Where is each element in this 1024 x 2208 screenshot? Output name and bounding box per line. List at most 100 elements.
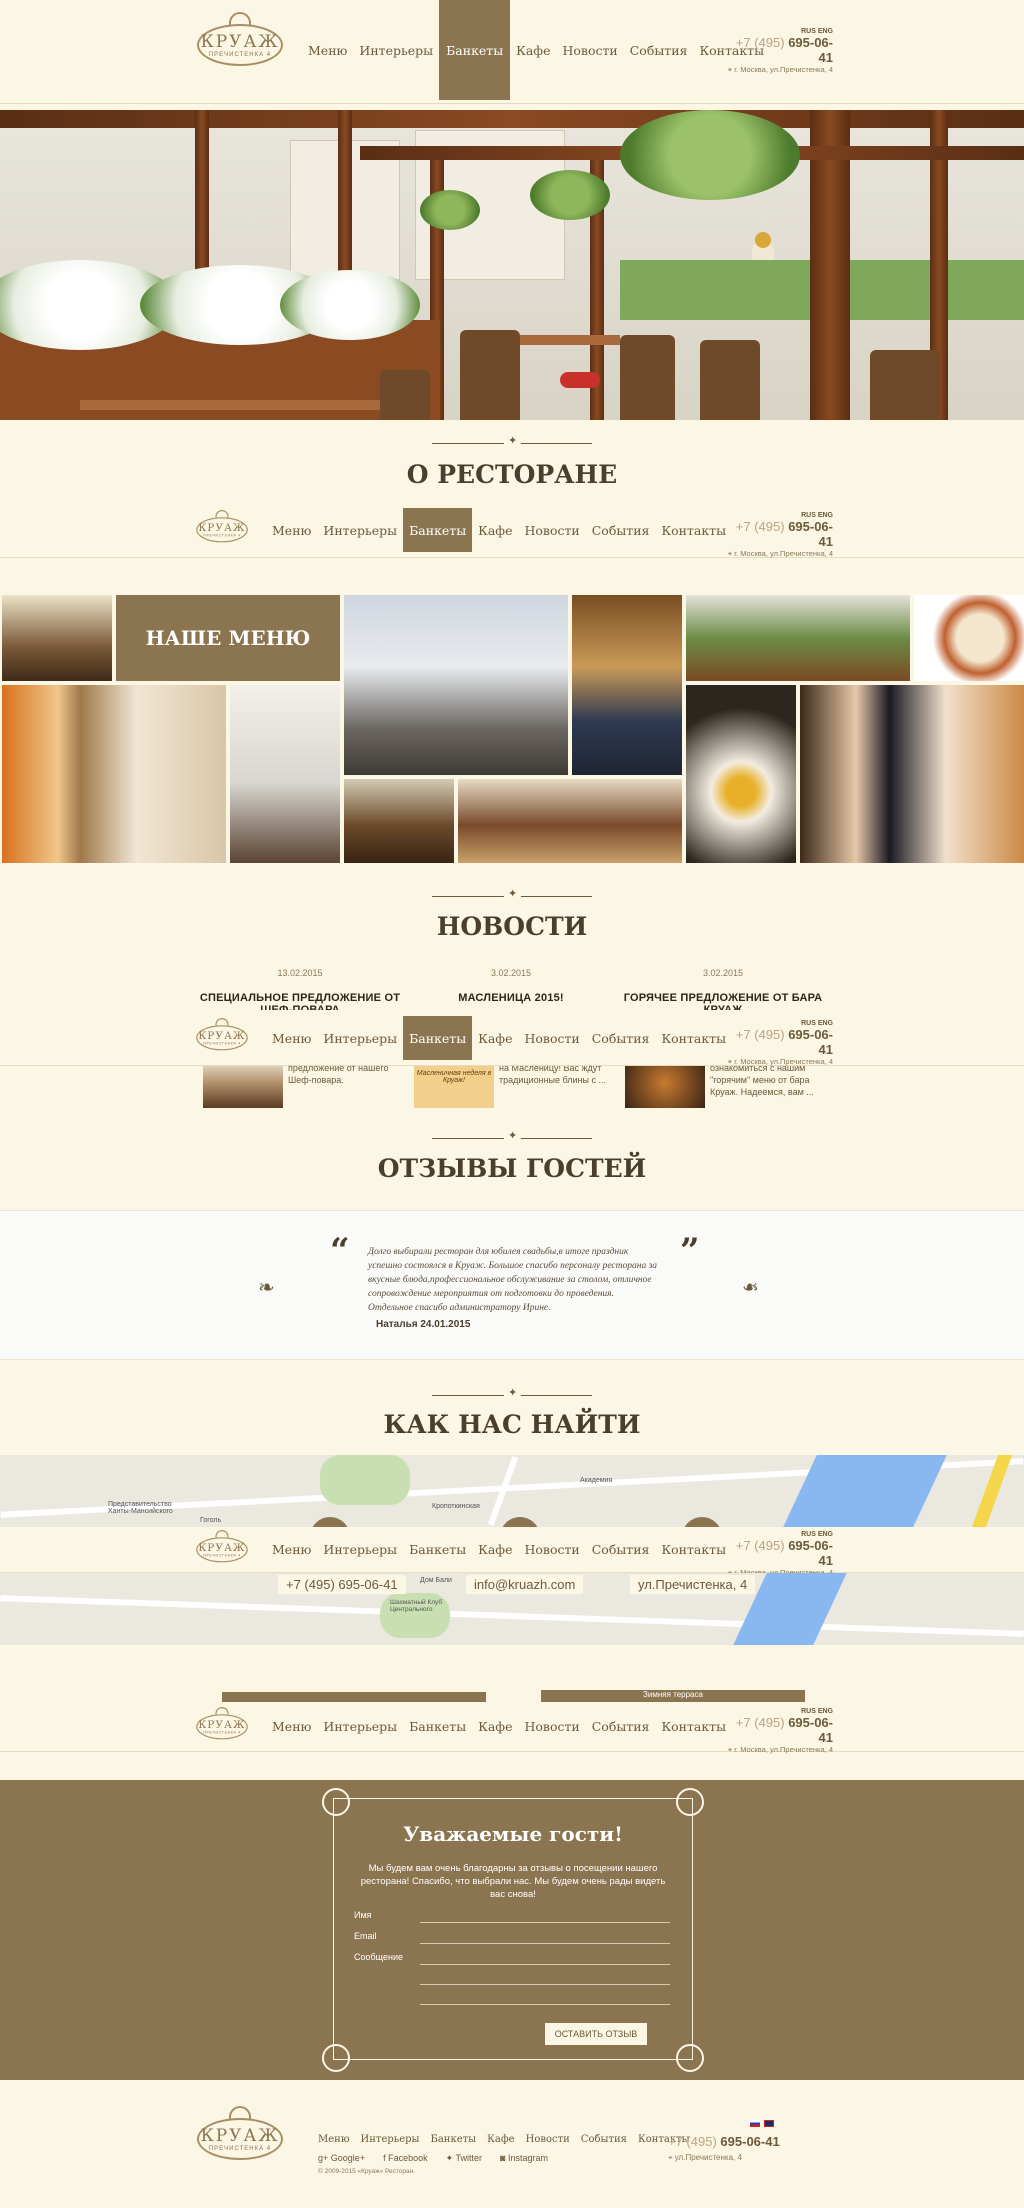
nav-item-cafe[interactable]: Кафе [472, 1016, 518, 1060]
gallery-photo[interactable] [686, 595, 910, 681]
language-switch[interactable]: RUS ENG [725, 1531, 833, 1538]
footer-nav-interiors[interactable]: Интерьеры [361, 2134, 420, 2145]
language-switch[interactable]: RUS ENG [725, 512, 833, 519]
nav-item-menu[interactable]: Меню [266, 508, 317, 552]
nav-item-banquets[interactable]: Банкеты [439, 0, 511, 100]
nav-item-interiors[interactable]: Интерьеры [317, 508, 403, 552]
news-item[interactable]: 3.02.2015 ГОРЯЧЕЕ ПРЕДЛОЖЕНИЕ ОТ БАРА КР… [613, 968, 833, 1016]
message-field-line[interactable] [420, 2004, 670, 2005]
nav-item-events[interactable]: События [586, 508, 656, 552]
sticky-logo[interactable]: КРУАЖ ПРЕЧИСТЕНКА 4 [195, 1530, 249, 1563]
nav-item-news[interactable]: Новости [518, 1016, 585, 1060]
news-item[interactable]: 13.02.2015 СПЕЦИАЛЬНОЕ ПРЕДЛОЖЕНИЕ ОТ ШЕ… [190, 968, 410, 1016]
nav-item-interiors[interactable]: Интерьеры [317, 1016, 403, 1060]
gallery-photo[interactable] [458, 779, 682, 863]
footer-nav-menu[interactable]: Меню [318, 2134, 350, 2145]
gallery-photo[interactable] [344, 595, 568, 775]
message-field-line[interactable] [420, 1984, 670, 1985]
nav-item-interiors[interactable]: Интерьеры [353, 0, 439, 100]
footer-nav-cafe[interactable]: Кафе [487, 2134, 514, 2145]
gallery-photo[interactable] [800, 685, 1024, 863]
nav-item-news[interactable]: Новости [556, 0, 623, 100]
nav-item-menu[interactable]: Меню [302, 0, 353, 100]
nav-item-banquets[interactable]: Банкеты [403, 1016, 473, 1060]
email-field[interactable] [420, 1943, 670, 1944]
submit-review-button[interactable]: ОСТАВИТЬ ОТЗЫВ [545, 2023, 647, 2045]
nav-item-banquets[interactable]: Банкеты [403, 508, 473, 552]
nav-item-menu[interactable]: Меню [266, 1706, 317, 1746]
nav-item-banquets[interactable]: Банкеты [403, 1531, 472, 1567]
nav-item-cafe[interactable]: Кафе [510, 0, 556, 100]
our-menu-tile[interactable]: НАШЕ МЕНЮ [116, 595, 340, 681]
map-pin-icon[interactable] [310, 1517, 350, 1527]
reviews-slider: ❧ “ Долго выбирали ресторан для юбилея с… [0, 1210, 1024, 1360]
nav-item-news[interactable]: Новости [518, 508, 585, 552]
map-bottom[interactable]: Шахматный Клуб Центрального Дом Бали +7 … [0, 1573, 1024, 1645]
nav-item-cafe[interactable]: Кафе [472, 508, 518, 552]
nav-item-events[interactable]: События [586, 1016, 656, 1060]
banner-peek[interactable] [222, 1692, 486, 1702]
map-pin-icon[interactable] [500, 1517, 540, 1527]
facebook-link[interactable]: f Facebook [383, 2153, 428, 2164]
logo[interactable]: КРУАЖ ПРЕЧИСТЕНКА 4 [195, 12, 285, 66]
sticky-logo[interactable]: КРУАЖ ПРЕЧИСТЕНКА 4 [195, 1707, 249, 1740]
nav-item-menu[interactable]: Меню [266, 1016, 317, 1060]
footer-logo[interactable]: КРУАЖ ПРЕЧИСТЕНКА 4 [195, 2106, 285, 2160]
banner-peek[interactable]: Зимняя терраса [541, 1690, 805, 1702]
footer-nav-events[interactable]: События [581, 2134, 627, 2145]
prev-arrow-icon[interactable]: ❧ [258, 1275, 275, 1300]
message-field[interactable] [420, 1964, 670, 1965]
nav-item-events[interactable]: События [586, 1531, 656, 1567]
nav-item-interiors[interactable]: Интерьеры [317, 1706, 403, 1746]
sticky-logo[interactable]: КРУАЖ ПРЕЧИСТЕНКА 4 [195, 1018, 249, 1051]
header-phone[interactable]: +7 (495) 695-06-41 [725, 1715, 833, 1745]
footer-nav-news[interactable]: Новости [526, 2134, 570, 2145]
google-plus-link[interactable]: g+ Google+ [318, 2153, 365, 2164]
nav-item-events[interactable]: События [624, 0, 694, 100]
gallery-photo[interactable] [2, 685, 226, 863]
review-text: Долго выбирали ресторан для юбилея свадь… [368, 1247, 658, 1313]
news-item[interactable]: 3.02.2015 МАСЛЕНИЦА 2015! [401, 968, 621, 1004]
news-item-title[interactable]: МАСЛЕНИЦА 2015! [401, 992, 621, 1004]
gallery-photo[interactable] [230, 685, 340, 863]
language-switch[interactable]: RUS ENG [725, 1020, 833, 1027]
news-title: НОВОСТИ [436, 912, 588, 941]
footer-phone[interactable]: +7 (495) 695-06-41 [668, 2134, 780, 2149]
gallery-photo[interactable] [572, 595, 682, 775]
nav-item-contacts[interactable]: Контакты [655, 1706, 732, 1746]
gallery-photo[interactable] [914, 595, 1024, 681]
header-phone[interactable]: +7 (495) 695-06-41 [725, 1538, 833, 1568]
header-phone[interactable]: +7 (495) 695-06-41 [725, 519, 833, 549]
nav-item-contacts[interactable]: Контакты [655, 508, 732, 552]
map-pin-icon[interactable] [682, 1517, 722, 1527]
nav-item-contacts[interactable]: Контакты [655, 1531, 732, 1567]
nav-item-news[interactable]: Новости [518, 1706, 585, 1746]
nav-item-interiors[interactable]: Интерьеры [317, 1531, 403, 1567]
nav-item-news[interactable]: Новости [518, 1531, 585, 1567]
twitter-link[interactable]: ✦ Twitter [446, 2153, 482, 2164]
map-top[interactable]: Академия Представительство Ханты-Мансийс… [0, 1455, 1024, 1527]
language-switch[interactable]: RUS ENG [725, 28, 833, 35]
nav-item-cafe[interactable]: Кафе [472, 1706, 518, 1746]
english-flag-icon[interactable] [764, 2120, 774, 2127]
map-phone[interactable]: +7 (495) 695-06-41 [278, 1575, 406, 1594]
footer-nav-banquets[interactable]: Банкеты [431, 2134, 477, 2145]
header-phone[interactable]: +7 (495) 695-06-41 [725, 35, 833, 65]
name-field[interactable] [420, 1922, 670, 1923]
nav-item-banquets[interactable]: Банкеты [403, 1706, 472, 1746]
header-phone[interactable]: +7 (495) 695-06-41 [725, 1027, 833, 1057]
nav-item-cafe[interactable]: Кафе [472, 1531, 518, 1567]
nav-item-menu[interactable]: Меню [266, 1531, 317, 1567]
map-email[interactable]: info@kruazh.com [466, 1575, 584, 1594]
gallery-photo[interactable] [344, 779, 454, 863]
nav-item-contacts[interactable]: Контакты [655, 1016, 732, 1060]
language-switch[interactable]: RUS ENG [725, 1708, 833, 1715]
gallery-photo[interactable] [2, 595, 112, 681]
next-arrow-icon[interactable]: ❧ [742, 1275, 759, 1300]
nav-item-events[interactable]: События [586, 1706, 656, 1746]
instagram-link[interactable]: ◙ Instagram [500, 2153, 548, 2164]
russian-flag-icon[interactable] [750, 2120, 760, 2127]
gallery-photo[interactable] [686, 685, 796, 863]
sticky-logo[interactable]: КРУАЖ ПРЕЧИСТЕНКА 4 [195, 510, 249, 543]
footer-language-flags [750, 2120, 774, 2127]
